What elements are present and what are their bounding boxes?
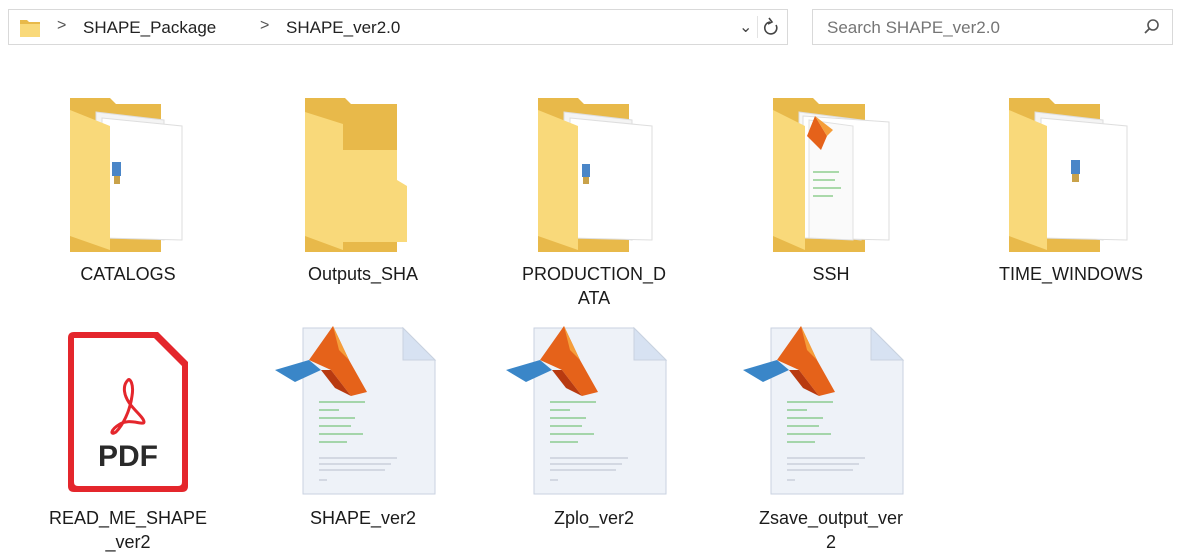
- matlab-file-icon: [275, 326, 437, 495]
- file-label: CATALOGS: [80, 264, 176, 284]
- matlab-file-icon: [506, 326, 668, 495]
- pdf-file-icon: PDF: [68, 332, 188, 492]
- file-label: Zplo_ver2: [553, 508, 635, 528]
- folder-icon: [20, 20, 40, 37]
- chevron-down-icon[interactable]: ⌄: [739, 17, 752, 37]
- breadcrumb-separator: >: [260, 17, 270, 34]
- search-input[interactable]: [825, 15, 1129, 41]
- folder-icon: [538, 98, 653, 252]
- folder-icon: [1009, 98, 1128, 252]
- breadcrumb-item-shape-ver2[interactable]: SHAPE_ver2.0: [286, 18, 400, 38]
- file-label: Zsave_output_ver 2: [758, 508, 904, 552]
- breadcrumb-item-shape-package[interactable]: SHAPE_Package: [83, 18, 216, 38]
- file-label: READ_ME_SHAPE _ver2: [48, 508, 208, 552]
- address-bar[interactable]: > SHAPE_Package > SHAPE_ver2.0 ⌄: [8, 9, 788, 45]
- file-label: SHAPE_ver2: [309, 508, 417, 528]
- divider: [757, 16, 758, 38]
- search-icon[interactable]: [1143, 18, 1161, 36]
- breadcrumb-separator: >: [57, 17, 67, 34]
- folder-icon: [773, 98, 890, 252]
- pdf-badge: PDF: [98, 440, 158, 473]
- matlab-file-icon: [743, 326, 905, 495]
- file-label: Outputs_SHA: [307, 264, 419, 284]
- search-box[interactable]: [812, 9, 1173, 45]
- folder-icon: [305, 98, 407, 252]
- refresh-icon[interactable]: [763, 17, 781, 39]
- file-label: SSH: [812, 264, 850, 284]
- file-label: TIME_WINDOWS: [999, 264, 1143, 284]
- folder-icon: [70, 98, 183, 252]
- file-label: PRODUCTION_D ATA: [521, 264, 666, 308]
